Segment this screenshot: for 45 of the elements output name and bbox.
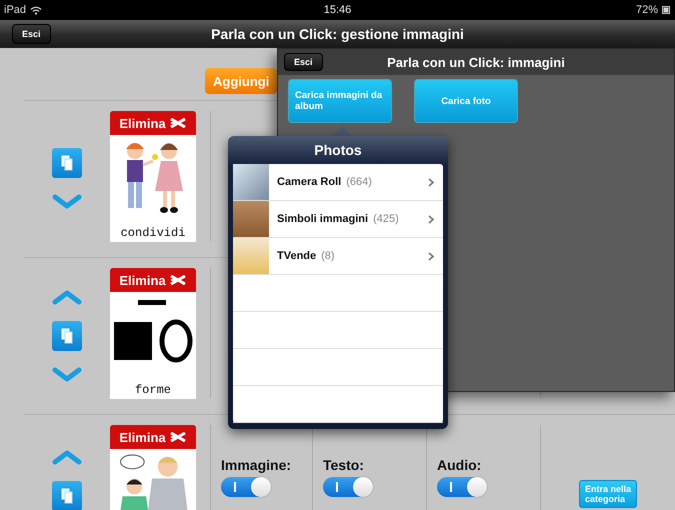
wifi-icon	[30, 6, 42, 14]
close-icon	[168, 432, 187, 442]
picture-caption: forme	[134, 383, 171, 397]
delete-button[interactable]: Elimina	[110, 111, 196, 135]
screen-title: Parla con un Click: gestione immagini	[211, 26, 464, 42]
photo-placeholder	[233, 201, 269, 237]
delete-button[interactable]: Elimina	[110, 425, 196, 449]
toggle-label: Immagine:	[221, 457, 292, 473]
copy-icon	[61, 488, 73, 504]
toggle-switch[interactable]	[221, 477, 271, 497]
photo-placeholder	[233, 164, 269, 200]
clock: 15:46	[324, 4, 352, 16]
exit-button[interactable]: Esci	[12, 24, 51, 44]
toggle-label: Audio:	[437, 457, 482, 473]
album-count: (8)	[321, 250, 335, 262]
device-name: iPad	[4, 4, 26, 16]
modal-title: Parla con un Click: immagini	[387, 54, 565, 70]
toggle-switch[interactable]	[323, 477, 373, 497]
album-row[interactable]: Simboli immagini (425)	[233, 201, 443, 238]
delete-button[interactable]: Elimina	[110, 268, 196, 292]
album-name: TVende	[277, 250, 316, 262]
chevron-right-icon	[428, 178, 434, 186]
album-count: (425)	[373, 213, 399, 225]
photo-placeholder	[233, 238, 269, 274]
close-icon	[168, 118, 187, 128]
battery-icon	[662, 6, 671, 14]
copy-button[interactable]	[52, 321, 82, 351]
toggle-label: Testo:	[323, 457, 365, 473]
copy-button[interactable]	[52, 148, 82, 178]
album-count: (664)	[346, 176, 372, 188]
popover-title: Photos	[314, 141, 362, 160]
battery-percent: 72%	[636, 4, 658, 16]
album-name: Camera Roll	[277, 176, 342, 188]
copy-button[interactable]	[52, 481, 82, 510]
toggle-switch[interactable]	[437, 477, 487, 497]
close-icon	[168, 275, 187, 285]
copy-icon	[61, 328, 73, 344]
album-row[interactable]: TVende (8)	[233, 238, 443, 275]
copy-icon	[61, 155, 73, 171]
exit-button[interactable]: Esci	[284, 53, 323, 71]
chevron-right-icon	[428, 214, 434, 224]
picture-caption: condividi	[120, 226, 186, 240]
chevron-right-icon	[428, 252, 434, 260]
album-name: Simboli immagini	[277, 213, 368, 225]
album-row[interactable]: Camera Roll (664)	[233, 164, 443, 201]
